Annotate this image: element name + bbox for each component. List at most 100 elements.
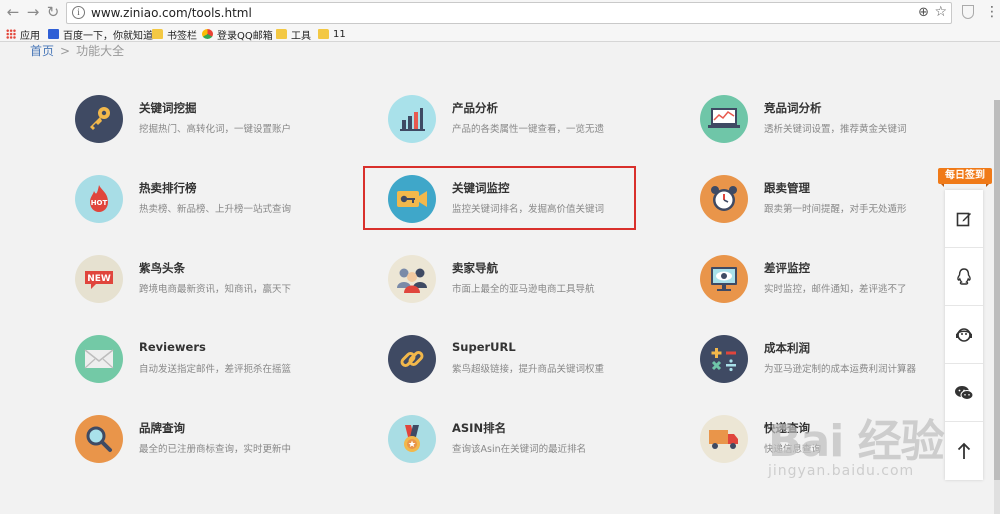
tool-follow-sell[interactable]: 跟卖管理 跟卖第一时间提醒，对手无处遁形 [700, 170, 960, 230]
bookmark-label: 11 [333, 28, 346, 40]
folder-icon [152, 29, 163, 39]
tool-desc: 自动发送指定邮件，差评扼杀在摇篮 [139, 364, 292, 375]
envelope-icon [75, 335, 123, 383]
tool-cost-profit[interactable]: 成本利润 为亚马逊定制的成本运费利润计算器 [700, 330, 960, 390]
new-badge-icon: NEW [75, 255, 123, 303]
key-icon [75, 95, 123, 143]
bookmark-label: 百度一下，你就知道 [63, 30, 153, 42]
back-arrow-icon[interactable]: ← [4, 3, 22, 21]
calculator-icon [700, 335, 748, 383]
bookmark-qq-mail[interactable]: 登录QQ邮箱 [202, 27, 273, 42]
bookmark-11[interactable]: 11 [318, 27, 346, 41]
tool-hot-ranking[interactable]: HOT 热卖排行榜 热卖榜、新品榜、上升榜一站式查询 [75, 170, 335, 230]
magnifier-icon [75, 415, 123, 463]
link-icon [388, 335, 436, 383]
tool-title: 产品分析 [452, 101, 498, 115]
reload-icon[interactable]: ↻ [44, 3, 62, 21]
edit-button[interactable] [945, 190, 983, 248]
monitor-eye-icon [700, 255, 748, 303]
qq-mail-icon [202, 29, 213, 39]
tool-product-analysis[interactable]: 产品分析 产品的各类属性一键查看，一览无遗 [388, 90, 648, 150]
tool-desc: 产品的各类属性一键查看，一览无遗 [452, 124, 605, 135]
tool-title: 热卖排行榜 [139, 181, 197, 195]
tool-title: 关键词挖掘 [139, 101, 197, 115]
zoom-icon[interactable]: ⊕ [918, 5, 929, 20]
tool-ziniao-news[interactable]: NEW 紫鸟头条 跨境电商最新资讯，知商讯，赢天下 [75, 250, 335, 310]
tool-title: 成本利润 [764, 341, 810, 355]
back-to-top-button[interactable] [945, 422, 983, 480]
bookmark-tools[interactable]: 工具 [276, 27, 311, 42]
extension-shield-icon[interactable] [962, 5, 974, 19]
service-icon [956, 327, 972, 342]
tool-title: SuperURL [452, 340, 516, 354]
forward-arrow-icon[interactable]: → [24, 3, 42, 21]
tool-title: 差评监控 [764, 261, 810, 275]
edit-icon [956, 212, 971, 226]
qq-icon [957, 267, 971, 285]
tool-title: ASIN排名 [452, 421, 507, 435]
bar-chart-icon [388, 95, 436, 143]
page-scrollbar-thumb[interactable] [994, 100, 1000, 480]
baidu-jingyan-watermark: Bai 经验 jingyan.baidu.com [768, 405, 945, 479]
tool-reviewers[interactable]: Reviewers 自动发送指定邮件，差评扼杀在摇篮 [75, 330, 335, 390]
tool-title: 品牌查询 [139, 421, 185, 435]
tool-desc: 跨境电商最新资讯，知商讯，赢天下 [139, 284, 292, 295]
tool-asin-ranking[interactable]: ASIN排名 查询该Asin在关键词的最近排名 [388, 410, 648, 470]
medal-icon [388, 415, 436, 463]
svg-text:NEW: NEW [87, 274, 111, 284]
qq-contact-button[interactable] [945, 248, 983, 306]
bookmark-star-icon[interactable]: ☆ [934, 4, 947, 20]
watermark-main: Bai 经验 [768, 416, 945, 467]
breadcrumb-home[interactable]: 首页 [30, 44, 54, 58]
url-text[interactable]: www.ziniao.com/tools.html [91, 6, 252, 20]
bookmarks-bar: 应用 百度一下，你就知道 书签栏 登录QQ邮箱 工具 11 [0, 26, 1000, 42]
floating-side-panel [945, 190, 983, 480]
laptop-chart-icon [700, 95, 748, 143]
tool-seller-navigation[interactable]: 卖家导航 市面上最全的亚马逊电商工具导航 [388, 250, 648, 310]
wechat-button[interactable] [945, 364, 983, 422]
folder-icon [318, 29, 329, 39]
tool-competitor-keywords[interactable]: 竞品词分析 透析关键词设置，推荐黄金关键词 [700, 90, 960, 150]
tool-superurl[interactable]: SuperURL 紫鸟超级链接，提升商品关键词权重 [388, 330, 648, 390]
tool-title: 卖家导航 [452, 261, 498, 275]
tool-desc: 实时监控，邮件通知，差评逃不了 [764, 284, 907, 295]
tool-desc: 热卖榜、新品榜、上升榜一站式查询 [139, 204, 292, 215]
bookmark-baidu[interactable]: 百度一下，你就知道 [48, 27, 153, 42]
tool-title: 竞品词分析 [764, 101, 822, 115]
daily-sign-in-button[interactable]: 每日签到 [938, 168, 992, 184]
browser-menu-icon[interactable]: ⋮ [985, 3, 999, 21]
tool-desc: 最全的已注册商标查询，实时更新中 [139, 444, 292, 455]
tool-brand-search[interactable]: 品牌查询 最全的已注册商标查询，实时更新中 [75, 410, 335, 470]
tool-title: Reviewers [139, 340, 206, 354]
tool-desc: 紫鸟超级链接，提升商品关键词权重 [452, 364, 605, 375]
alarm-clock-icon [700, 175, 748, 223]
tool-desc: 为亚马逊定制的成本运费利润计算器 [764, 364, 917, 375]
tool-negative-review-monitor[interactable]: 差评监控 实时监控，邮件通知，差评逃不了 [700, 250, 960, 310]
bookmark-label: 登录QQ邮箱 [217, 30, 273, 42]
truck-icon [700, 415, 748, 463]
back-to-top-icon [957, 442, 971, 459]
tool-desc: 跟卖第一时间提醒，对手无处遁形 [764, 204, 907, 215]
breadcrumb-current: 功能大全 [76, 44, 125, 58]
apps-icon [6, 29, 16, 39]
tool-desc: 查询该Asin在关键词的最近排名 [452, 444, 587, 455]
tool-desc: 透析关键词设置，推荐黄金关键词 [764, 124, 907, 135]
tool-keyword-mining[interactable]: 关键词挖掘 挖掘热门、高转化词，一键设置账户 [75, 90, 335, 150]
tool-desc: 市面上最全的亚马逊电商工具导航 [452, 284, 595, 295]
wechat-icon [955, 385, 974, 400]
bookmark-folder-bar[interactable]: 书签栏 [152, 27, 197, 42]
baidu-icon [48, 29, 59, 39]
people-icon [388, 255, 436, 303]
address-bar[interactable]: i www.ziniao.com/tools.html ⊕ ☆ [66, 2, 952, 24]
folder-icon [276, 29, 287, 39]
bookmark-label: 工具 [291, 30, 311, 42]
bookmark-apps[interactable]: 应用 [6, 27, 40, 42]
site-info-icon[interactable]: i [72, 6, 85, 19]
browser-toolbar: ← → ↻ i www.ziniao.com/tools.html ⊕ ☆ ⋮ [0, 0, 1000, 26]
tool-title: 跟卖管理 [764, 181, 810, 195]
tool-title: 紫鸟头条 [139, 261, 185, 275]
bookmark-label: 书签栏 [167, 30, 197, 42]
svg-text:HOT: HOT [91, 199, 108, 207]
breadcrumb-separator: > [60, 44, 71, 58]
customer-service-button[interactable] [945, 306, 983, 364]
